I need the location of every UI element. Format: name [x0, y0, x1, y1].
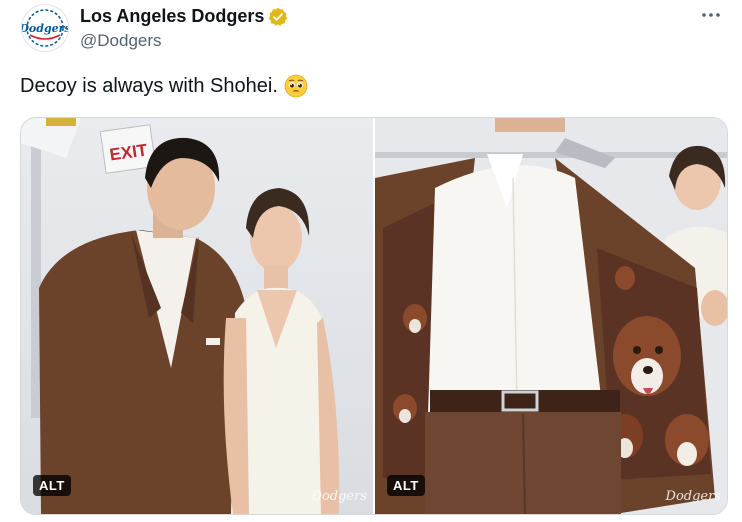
- dodgers-logo-icon: Dodgers: [22, 5, 68, 51]
- display-name[interactable]: Los Angeles Dodgers: [80, 6, 264, 27]
- avatar[interactable]: Dodgers: [21, 4, 69, 52]
- photo-jacket-lining-image: [375, 118, 727, 514]
- dodgers-watermark: Dodgers: [311, 489, 367, 504]
- dodgers-watermark: Dodgers: [665, 489, 721, 504]
- alt-badge[interactable]: ALT: [33, 475, 71, 496]
- pleading-face-emoji-icon: [284, 74, 308, 98]
- media-grid: EXIT ALT Dodgers ALT Dodgers: [20, 117, 728, 515]
- tweet-text: Decoy is always with Shohei.: [20, 74, 308, 98]
- author-name-row: Los Angeles Dodgers: [80, 6, 288, 27]
- tweet: Dodgers Los Angeles Dodgers @Dodgers Dec…: [0, 0, 742, 522]
- photo-2[interactable]: ALT Dodgers: [375, 118, 727, 514]
- tweet-text-body: Decoy is always with Shohei.: [20, 74, 278, 97]
- more-options-button[interactable]: [698, 4, 724, 26]
- author-handle[interactable]: @Dodgers: [80, 31, 162, 51]
- alt-badge[interactable]: ALT: [387, 475, 425, 496]
- photo-couple-image: EXIT: [21, 118, 373, 514]
- verified-badge-icon[interactable]: [268, 7, 288, 27]
- more-dots-icon: [702, 13, 720, 17]
- photo-1[interactable]: EXIT ALT Dodgers: [21, 118, 373, 514]
- avatar-logo-text: Dodgers: [22, 22, 68, 35]
